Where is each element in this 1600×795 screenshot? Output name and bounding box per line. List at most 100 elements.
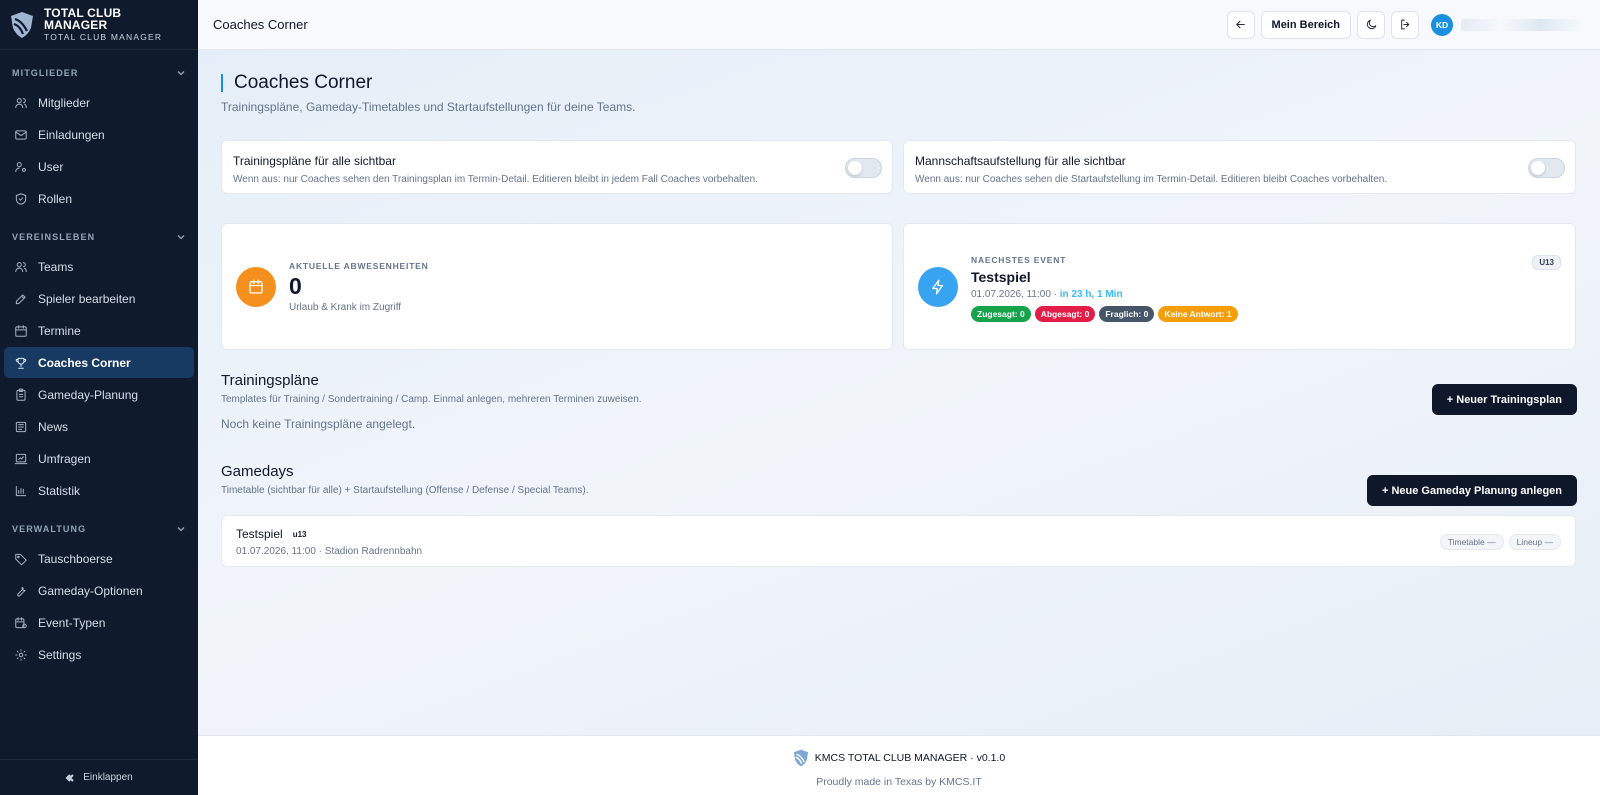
toggle-description: Wenn aus: nur Coaches sehen den Training… bbox=[233, 174, 758, 185]
theme-toggle-button[interactable] bbox=[1357, 10, 1385, 39]
bar-chart-icon bbox=[15, 485, 27, 496]
section-verwaltung[interactable]: VERWALTUNG bbox=[0, 516, 198, 542]
new-training-plan-button[interactable]: + Neuer Trainingsplan bbox=[1431, 384, 1577, 415]
sidebar-item-gameday-planung[interactable]: Gameday-Planung bbox=[4, 379, 194, 410]
new-gameday-plan-button[interactable]: + Neue Gameday Planung anlegen bbox=[1366, 475, 1577, 506]
next-event-card[interactable]: NAECHSTES EVENT Testspiel 01.07.2026, 11… bbox=[903, 223, 1576, 350]
sidebar-item-label: Coaches Corner bbox=[38, 355, 131, 370]
next-event-label: NAECHSTES EVENT bbox=[971, 255, 1067, 265]
sidebar-item-spieler-bearbeiten[interactable]: Spieler bearbeiten bbox=[4, 283, 194, 314]
poll-icon bbox=[14, 453, 28, 464]
sidebar-item-gameday-optionen[interactable]: Gameday-Optionen bbox=[4, 575, 194, 606]
users-icon bbox=[15, 97, 27, 108]
calendar-icon bbox=[15, 324, 27, 337]
training-plans-subtitle: Templates für Training / Sondertraining … bbox=[221, 394, 642, 405]
sidebar-item-label: Event-Typen bbox=[38, 615, 106, 630]
sidebar-item-label: News bbox=[38, 419, 69, 434]
main-content: Coaches Corner Trainingspläne, Gameday-T… bbox=[198, 50, 1600, 735]
absences-card: AKTUELLE ABWESENHEITEN 0 Urlaub & Krank … bbox=[221, 223, 893, 350]
sidebar-item-label: Teams bbox=[38, 259, 74, 274]
calendar-settings-icon bbox=[15, 616, 27, 628]
top-actions: Mein Bereich KD bbox=[1221, 10, 1585, 39]
topbar-title: Coaches Corner bbox=[213, 17, 308, 32]
sidebar-item-statistik[interactable]: Statistik bbox=[4, 475, 194, 506]
training-visibility-card: Trainingspläne für alle sichtbar Wenn au… bbox=[221, 140, 893, 194]
sidebar-item-label: Termine bbox=[38, 323, 81, 338]
absences-icon-circle bbox=[236, 267, 276, 307]
rsvp-maybe-pill: Fraglich: 0 bbox=[1099, 306, 1155, 322]
gameday-title-line: Testspiel u13 bbox=[236, 527, 1561, 541]
absences-note: Urlaub & Krank im Zugriff bbox=[289, 302, 402, 313]
absences-count: 0 bbox=[289, 273, 302, 299]
sidebar-item-news[interactable]: News bbox=[4, 411, 194, 442]
gear-icon bbox=[15, 648, 27, 661]
sidebar-item-label: Gameday-Planung bbox=[38, 387, 139, 402]
trophy-icon bbox=[15, 357, 27, 369]
gameday-meta: 01.07.2026, 11:00 · Stadion Radrennbahn bbox=[236, 546, 423, 557]
collapse-label: Einklappen bbox=[83, 772, 133, 783]
sidebar-item-rollen[interactable]: Rollen bbox=[4, 183, 194, 214]
footer: KMCS TOTAL CLUB MANAGER · v0.1.0 Proudly… bbox=[198, 735, 1600, 795]
sidebar-item-settings[interactable]: Settings bbox=[4, 639, 194, 670]
sidebar-item-event-typen[interactable]: Event-Typen bbox=[4, 607, 194, 638]
section-label: VERWALTUNG bbox=[12, 524, 87, 534]
wrench-icon bbox=[17, 586, 26, 597]
page-title: Coaches Corner bbox=[221, 73, 635, 92]
back-button[interactable] bbox=[1226, 10, 1255, 39]
next-event-relative: in 23 h, 1 Min bbox=[1059, 289, 1123, 300]
gameday-row[interactable]: Testspiel u13 01.07.2026, 11:00 · Stadio… bbox=[221, 515, 1576, 567]
chevrons-left-icon bbox=[65, 773, 74, 782]
user-menu[interactable]: KD bbox=[1427, 11, 1585, 39]
sidebar-item-einladungen[interactable]: Einladungen bbox=[4, 119, 194, 150]
gamedays-title: Gamedays bbox=[221, 463, 294, 480]
sidebar-item-umfragen[interactable]: Umfragen bbox=[4, 443, 194, 474]
next-event-meta: 01.07.2026, 11:00 · in 23 h, 1 Min bbox=[971, 289, 1242, 300]
section-label: VEREINSLEBEN bbox=[12, 232, 96, 242]
team-badge: U13 bbox=[1532, 255, 1561, 270]
toggle-title: Trainingspläne für alle sichtbar bbox=[233, 154, 396, 168]
footer-line1: KMCS TOTAL CLUB MANAGER · v0.1.0 bbox=[814, 752, 1006, 764]
logout-icon bbox=[1400, 19, 1409, 30]
brand[interactable]: TOTAL CLUB MANAGER TOTAL CLUB MANAGER bbox=[0, 0, 198, 50]
sidebar-item-label: Statistik bbox=[38, 483, 81, 498]
avatar: KD bbox=[1431, 13, 1453, 36]
arrow-left-icon bbox=[1236, 20, 1245, 29]
sidebar-item-coaches-corner[interactable]: Coaches Corner bbox=[4, 347, 194, 378]
sidebar-item-label: Rollen bbox=[38, 191, 73, 206]
lineup-tag[interactable]: Lineup — bbox=[1508, 534, 1561, 550]
sidebar-item-termine[interactable]: Termine bbox=[4, 315, 194, 346]
collapse-sidebar-button[interactable]: Einklappen bbox=[0, 759, 198, 795]
sidebar-item-user[interactable]: User bbox=[4, 151, 194, 182]
sidebar-item-label: User bbox=[38, 159, 64, 174]
next-event-title: Testspiel bbox=[971, 269, 1031, 285]
training-visibility-switch[interactable] bbox=[845, 158, 882, 178]
sidebar-item-teams[interactable]: Teams bbox=[4, 251, 194, 282]
topbar: Coaches Corner Mein Bereich KD bbox=[198, 0, 1600, 50]
my-area-button[interactable]: Mein Bereich bbox=[1260, 10, 1351, 39]
meta-separator: · bbox=[1050, 289, 1060, 300]
mail-icon bbox=[15, 129, 27, 140]
page-header: Coaches Corner Trainingspläne, Gameday-T… bbox=[221, 73, 635, 114]
sidebar-item-label: Gameday-Optionen bbox=[38, 583, 143, 598]
sidebar-item-label: Mitglieder bbox=[38, 95, 91, 110]
toggle-description: Wenn aus: nur Coaches sehen die Startauf… bbox=[915, 174, 1388, 185]
lineup-visibility-switch[interactable] bbox=[1528, 158, 1565, 178]
logout-button[interactable] bbox=[1391, 10, 1419, 39]
timetable-tag[interactable]: Timetable — bbox=[1439, 534, 1504, 550]
shield-logo-icon bbox=[793, 749, 808, 767]
gameday-title: Testspiel bbox=[236, 527, 283, 541]
section-vereinsleben[interactable]: VEREINSLEBEN bbox=[0, 224, 198, 250]
chevron-down-icon bbox=[177, 235, 185, 240]
footer-brand: KMCS TOTAL CLUB MANAGER · v0.1.0 bbox=[793, 749, 1005, 767]
sidebar-item-label: Settings bbox=[38, 647, 82, 662]
sidebar-item-tauschboerse[interactable]: Tauschboerse bbox=[4, 543, 194, 574]
gameday-tags: Timetable — Lineup — bbox=[1435, 534, 1561, 550]
footer-line2: Proudly made in Texas by KMCS.IT bbox=[816, 776, 982, 788]
sidebar: TOTAL CLUB MANAGER TOTAL CLUB MANAGER MI… bbox=[0, 0, 198, 795]
newspaper-icon bbox=[15, 421, 27, 432]
gamedays-subtitle: Timetable (sichtbar für alle) + Startauf… bbox=[221, 485, 589, 496]
section-mitglieder[interactable]: MITGLIEDER bbox=[0, 60, 198, 86]
sidebar-item-mitglieder[interactable]: Mitglieder bbox=[4, 87, 194, 118]
gameday-team-badge: u13 bbox=[292, 529, 307, 539]
tag-icon bbox=[15, 553, 27, 565]
